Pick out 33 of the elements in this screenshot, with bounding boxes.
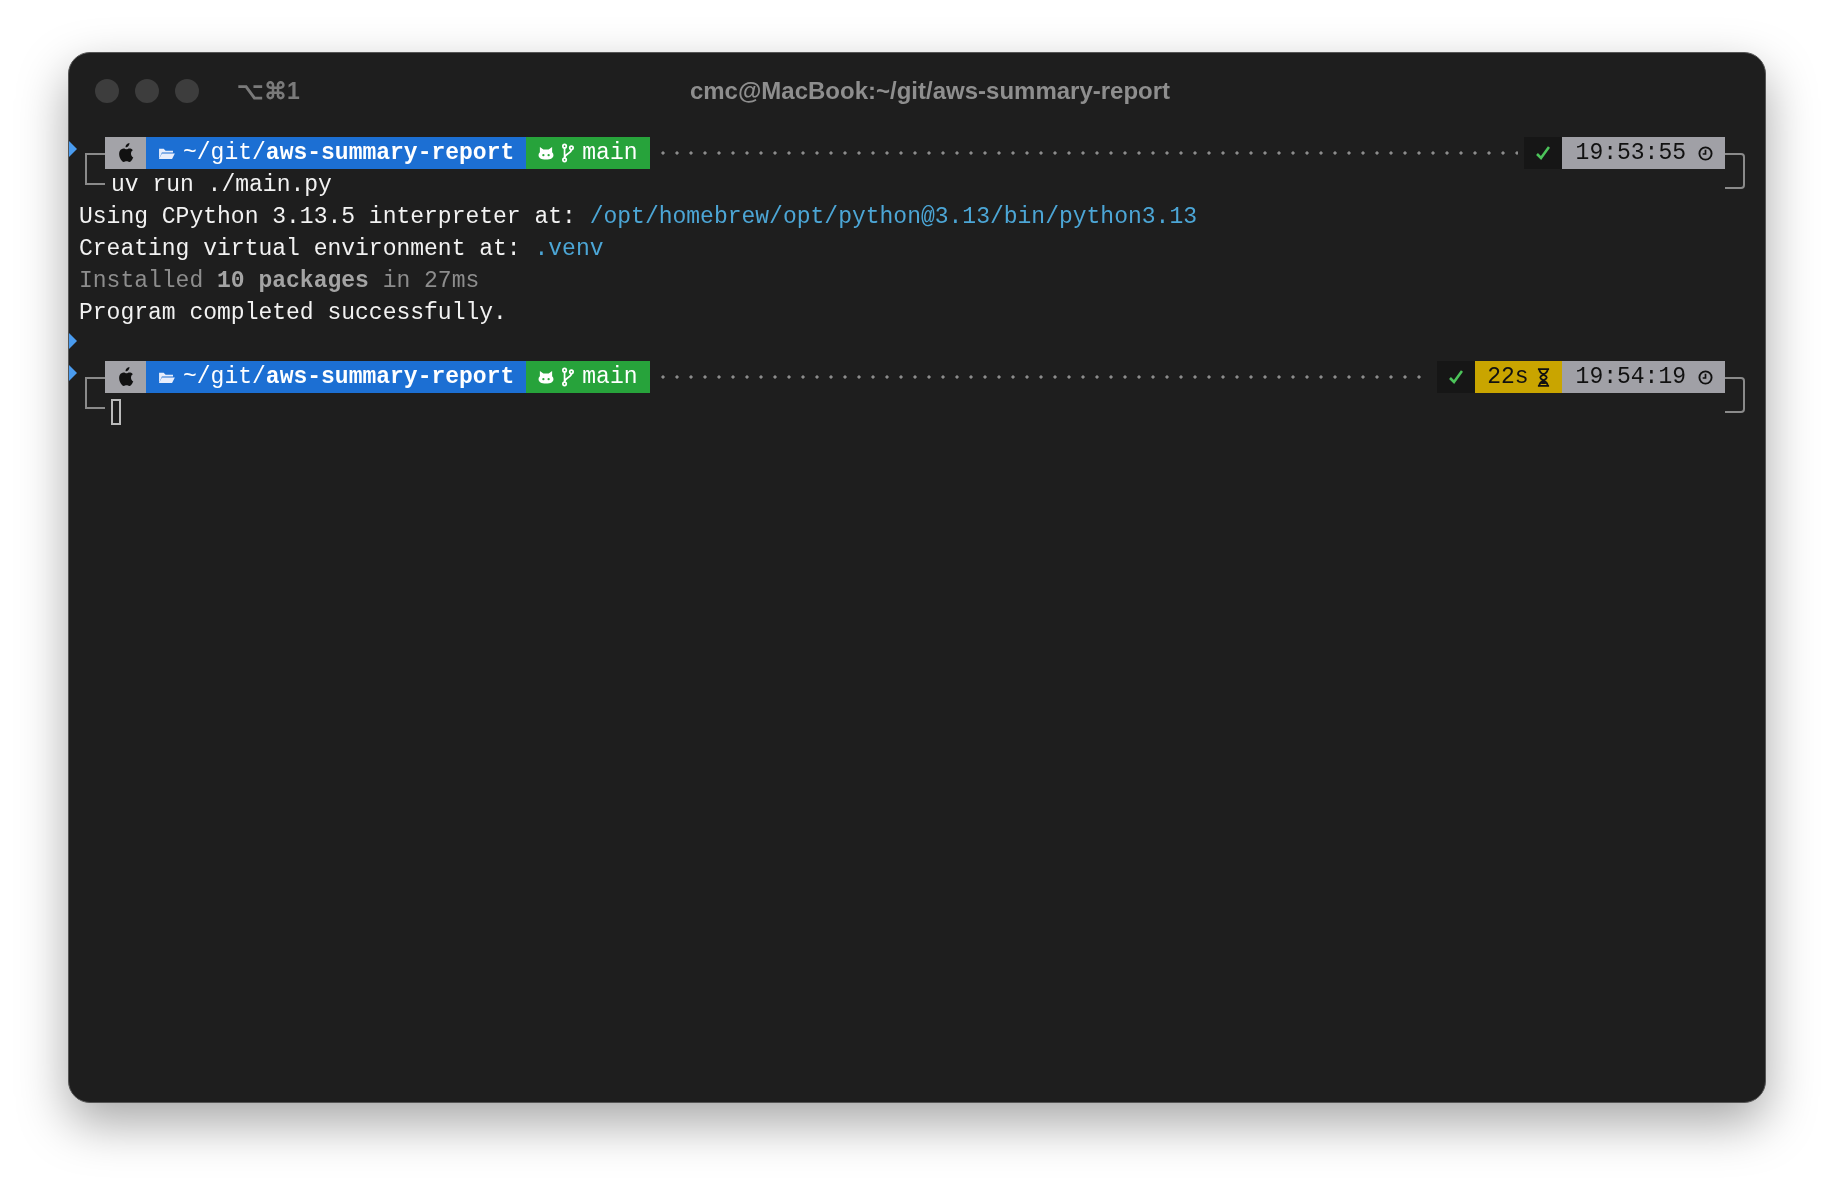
mark-icon [69,141,77,157]
prompt-bracket [1725,377,1745,413]
time-segment: 19:54:19 [1561,361,1725,393]
cat-icon [538,370,555,384]
mark-icon [69,333,77,349]
output-line: Program completed successfully. [78,299,508,328]
clock-icon [1698,369,1713,385]
apple-icon [117,143,134,163]
git-branch-segment: main [526,361,650,393]
folder-icon [158,370,175,384]
branch-icon [562,143,575,163]
duration-segment: 22s [1475,361,1562,393]
close-button[interactable] [95,79,119,103]
output-line: Installed 10 packages in 27ms [78,267,481,296]
apple-icon [117,367,134,387]
output-line: Creating virtual environment at: .venv [78,235,605,264]
prompt-bracket [1725,153,1745,189]
output-line: Using CPython 3.13.5 interpreter at: /opt/homebrew/opt/python@3.13/bin/python3.13 [78,203,1198,232]
command-text: uv run ./main.py [111,172,332,198]
zoom-button[interactable] [175,79,199,103]
tab-shortcut: ⌥⌘1 [237,77,300,105]
git-branch-segment: main [526,137,650,169]
window-title: cmc@MacBook:~/git/aws-summary-report [689,77,1171,105]
clock-icon [1698,145,1713,161]
cat-icon [538,146,555,160]
path-segment: ~/git/aws-summary-report [146,361,527,393]
mark-icon [69,365,77,381]
time-segment: 19:53:55 [1561,137,1725,169]
minimize-button[interactable] [135,79,159,103]
path-segment: ~/git/aws-summary-report [146,137,527,169]
hourglass-icon [1536,367,1550,387]
branch-icon [562,367,575,387]
folder-icon [158,146,175,160]
